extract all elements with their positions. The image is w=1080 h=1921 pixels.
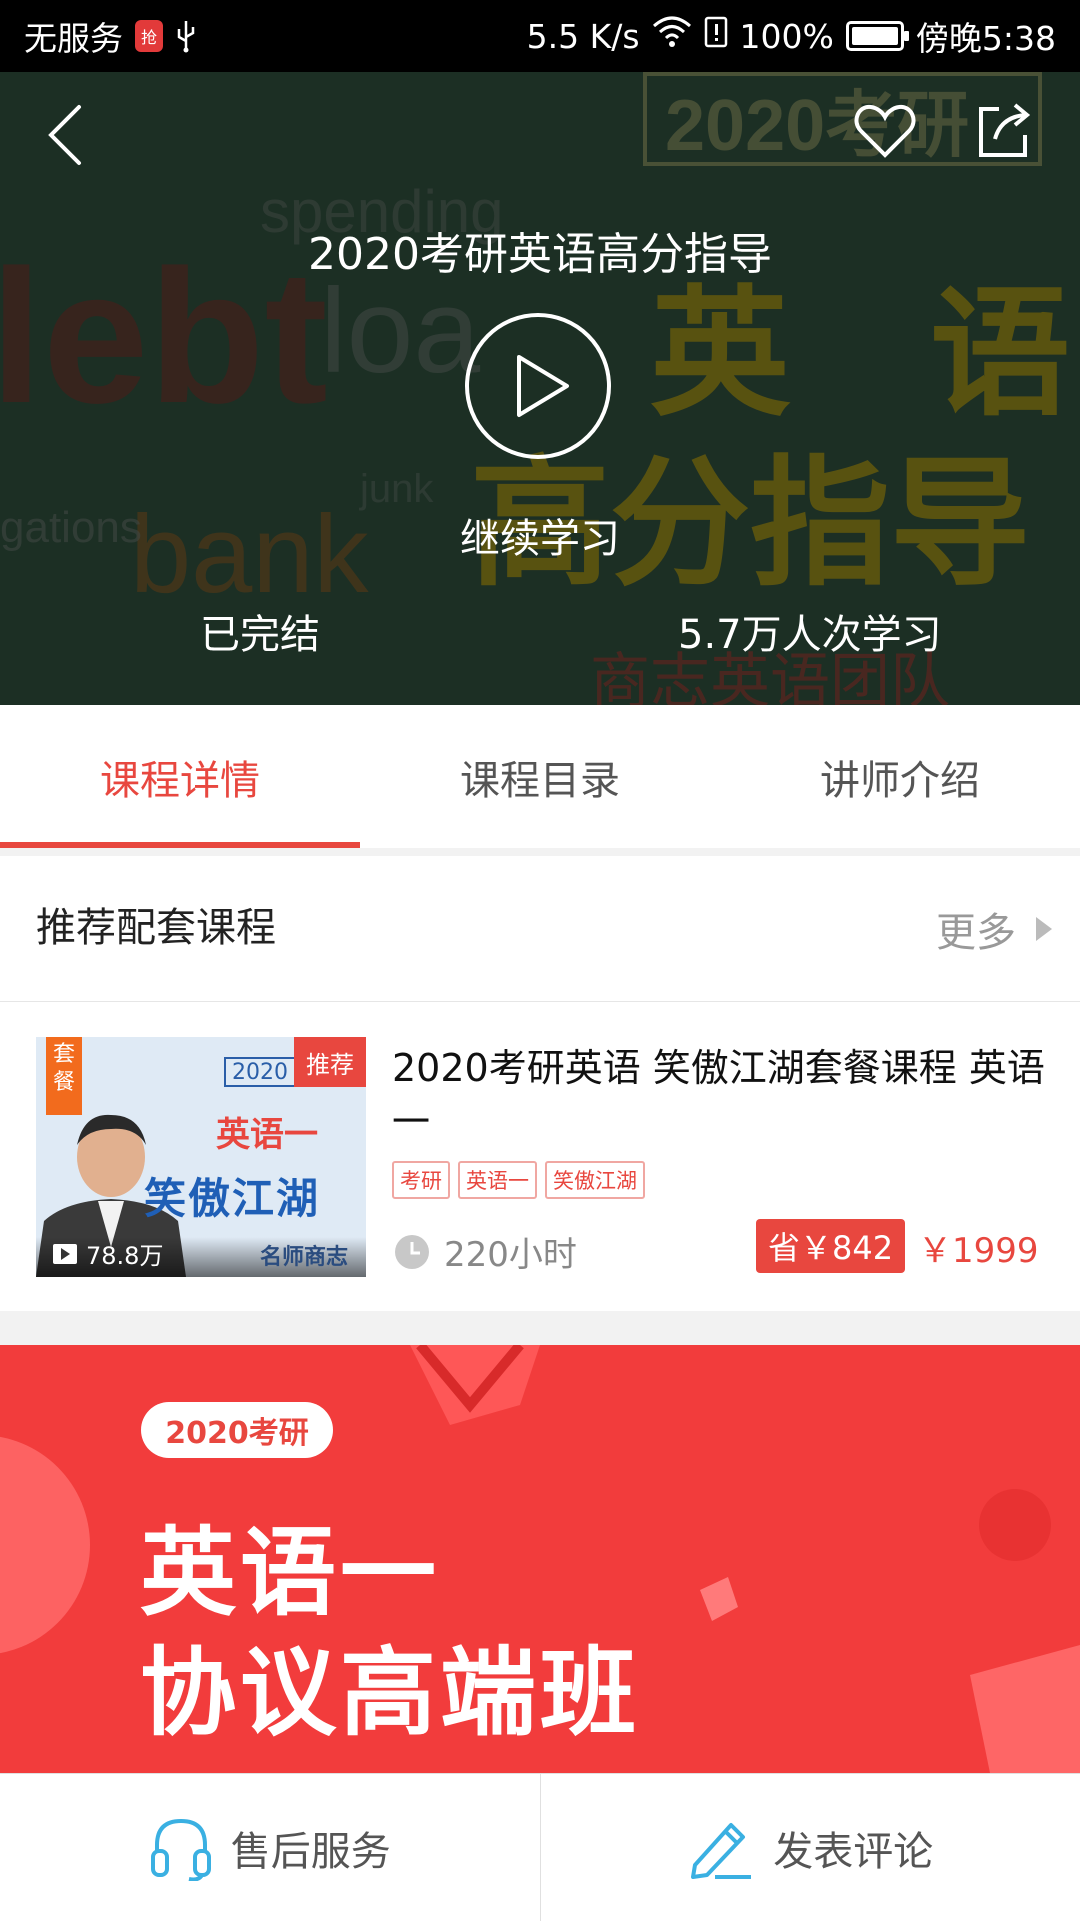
- battery-icon: [846, 21, 904, 51]
- network-speed: 5.5 K/s: [527, 17, 640, 56]
- post-comment-button[interactable]: 发表评论: [541, 1774, 1080, 1921]
- bottom-action-bar: 售后服务 发表评论: [0, 1773, 1080, 1921]
- view-count: 78.8万: [52, 1236, 163, 1271]
- banner-subheadline: 协议高端班: [140, 1615, 640, 1754]
- thumb-course-name: 笑傲江湖: [144, 1165, 320, 1226]
- tab-teacher-intro[interactable]: 讲师介绍: [720, 705, 1080, 848]
- course-duration: 220小时: [394, 1227, 577, 1276]
- headset-icon: [149, 1815, 213, 1881]
- section-title: 推荐配套课程: [36, 856, 276, 1001]
- clock-icon: [394, 1234, 430, 1270]
- banner-tag: 2020考研: [141, 1402, 333, 1458]
- course-thumbnail: 套餐 2020 推荐 英语一 笑傲江湖 78.8万 名师商志: [36, 1037, 366, 1277]
- usb-icon: [175, 19, 197, 53]
- pencil-icon: [687, 1815, 755, 1881]
- view-count-text: 78.8万: [86, 1236, 163, 1271]
- favorite-button[interactable]: [850, 96, 920, 166]
- more-label: 更多: [936, 900, 1016, 958]
- play-icon: [513, 353, 573, 419]
- after-sales-service-button[interactable]: 售后服务: [0, 1774, 540, 1921]
- course-video-header[interactable]: lebt loa bank gations junk spending 2020…: [0, 72, 1080, 705]
- course-tags: 考研 英语一 笑傲江湖: [392, 1161, 645, 1199]
- duration-text: 220小时: [444, 1227, 577, 1276]
- back-button[interactable]: [30, 100, 100, 170]
- tag: 考研: [392, 1161, 450, 1199]
- course-card-title[interactable]: 2020考研英语 笑傲江湖套餐课程 英语一: [392, 1041, 1056, 1149]
- divider: [0, 848, 1080, 856]
- divider: [0, 1311, 1080, 1345]
- banner-headline: 英语一: [140, 1495, 440, 1634]
- heart-icon: [853, 103, 917, 159]
- wifi-icon: [652, 16, 692, 56]
- course-status: 已完结: [200, 602, 320, 660]
- thumb-year: 2020: [224, 1057, 296, 1087]
- continue-learning-label[interactable]: 继续学习: [0, 506, 1080, 564]
- promo-banner[interactable]: 2020考研 英语一 协议高端班: [0, 1345, 1080, 1773]
- status-bar: 无服务 抢 5.5 K/s 100% 傍晚5:38: [0, 0, 1080, 72]
- post-comment-label: 发表评论: [773, 1819, 933, 1877]
- discount-badge: 省￥842: [756, 1219, 905, 1273]
- tag: 笑傲江湖: [545, 1161, 645, 1199]
- share-icon: [973, 101, 1033, 161]
- tag: 英语一: [458, 1161, 537, 1199]
- course-price: ￥1999: [918, 1223, 1039, 1272]
- course-title: 2020考研英语高分指导: [0, 218, 1080, 282]
- package-tag: 套餐: [46, 1037, 82, 1115]
- back-arrow-icon: [45, 103, 85, 167]
- sim-alert-icon: [704, 16, 728, 56]
- more-button[interactable]: 更多: [936, 856, 1052, 1001]
- clock: 傍晚5:38: [916, 12, 1056, 60]
- carrier-label: 无服务: [24, 12, 123, 60]
- course-tabs: 课程详情 课程目录 讲师介绍: [0, 705, 1080, 848]
- video-icon: [52, 1243, 78, 1265]
- share-button[interactable]: [968, 96, 1038, 166]
- recommended-section-header: 推荐配套课程 更多: [0, 856, 1080, 1002]
- play-button[interactable]: [465, 313, 611, 459]
- thumb-subject: 英语一: [216, 1107, 318, 1156]
- notification-badge-icon: 抢: [135, 20, 163, 52]
- recommend-tag: 推荐: [294, 1037, 366, 1087]
- tab-course-details[interactable]: 课程详情: [0, 705, 360, 848]
- after-sales-label: 售后服务: [231, 1819, 391, 1877]
- chevron-right-icon: [1036, 917, 1052, 941]
- battery-percent: 100%: [740, 17, 834, 56]
- learner-count: 5.7万人次学习: [678, 602, 942, 660]
- thumb-teacher: 名师商志: [260, 1239, 348, 1271]
- tab-course-catalog[interactable]: 课程目录: [360, 705, 720, 848]
- list-item[interactable]: 套餐 2020 推荐 英语一 笑傲江湖 78.8万 名师商志 2020考研英语 …: [0, 1001, 1080, 1311]
